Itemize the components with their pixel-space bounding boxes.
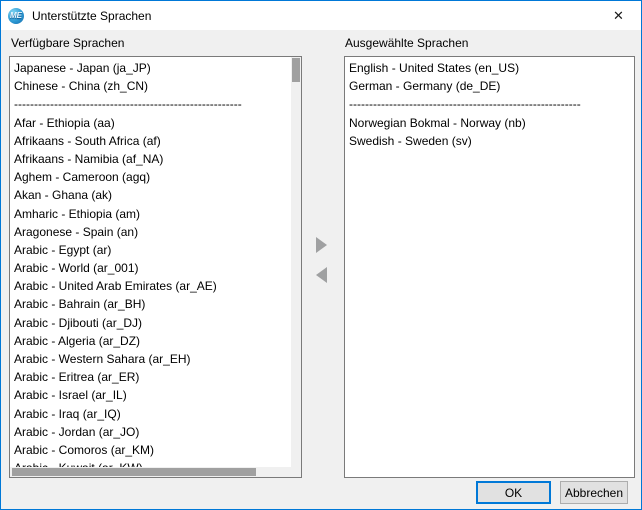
selected-languages-label: Ausgewählte Sprachen [345,36,468,50]
remove-language-arrow-button[interactable] [316,267,327,283]
language-list-item[interactable]: Chinese - China (zh_CN) [10,77,291,95]
scrollbar-corner [291,467,301,477]
selected-languages-list[interactable]: English - United States (en_US)German - … [344,56,635,478]
available-languages-list[interactable]: Japanese - Japan (ja_JP)Chinese - China … [9,56,302,478]
me-logo-icon: ME [8,8,24,24]
horizontal-scrollbar[interactable] [10,467,291,477]
title-bar[interactable]: ME Unterstützte Sprachen ✕ [1,1,641,30]
language-list-item[interactable]: Akan - Ghana (ak) [10,186,291,204]
language-list-item[interactable]: Aghem - Cameroon (agq) [10,168,291,186]
available-languages-label: Verfügbare Sprachen [11,36,124,50]
window-title: Unterstützte Sprachen [32,9,151,23]
ok-button[interactable]: OK [476,481,551,504]
language-list-item[interactable]: Arabic - Bahrain (ar_BH) [10,295,291,313]
language-list-item[interactable]: Afar - Ethiopia (aa) [10,114,291,132]
language-list-item[interactable]: Afrikaans - Namibia (af_NA) [10,150,291,168]
language-list-item[interactable]: Arabic - Egypt (ar) [10,241,291,259]
language-list-item[interactable]: English - United States (en_US) [345,59,634,77]
language-list-item[interactable]: Arabic - Western Sahara (ar_EH) [10,350,291,368]
language-list-item[interactable]: Norwegian Bokmal - Norway (nb) [345,114,634,132]
selected-languages-items: English - United States (en_US)German - … [345,57,634,477]
vertical-scrollbar[interactable] [291,57,301,467]
dialog-window: ME Unterstützte Sprachen ✕ Verfügbare Sp… [0,0,642,510]
language-list-item[interactable]: Arabic - Israel (ar_IL) [10,386,291,404]
close-icon: ✕ [613,9,624,22]
language-list-item[interactable]: Japanese - Japan (ja_JP) [10,59,291,77]
language-list-item[interactable]: Arabic - Eritrea (ar_ER) [10,368,291,386]
add-language-arrow-button[interactable] [316,237,327,253]
cancel-button[interactable]: Abbrechen [560,481,628,504]
language-list-item[interactable]: Arabic - Comoros (ar_KM) [10,441,291,459]
language-list-item[interactable]: Arabic - Djibouti (ar_DJ) [10,314,291,332]
close-button[interactable]: ✕ [596,1,641,30]
language-list-item[interactable]: Arabic - United Arab Emirates (ar_AE) [10,277,291,295]
language-list-item[interactable]: ----------------------------------------… [10,95,291,113]
available-languages-items: Japanese - Japan (ja_JP)Chinese - China … [10,57,291,467]
language-list-item[interactable]: Aragonese - Spain (an) [10,223,291,241]
me-logo-text: ME [10,11,22,20]
language-list-item[interactable]: Amharic - Ethiopia (am) [10,205,291,223]
language-list-item[interactable]: Swedish - Sweden (sv) [345,132,634,150]
language-list-item[interactable]: Arabic - Iraq (ar_IQ) [10,405,291,423]
language-list-item[interactable]: Arabic - Algeria (ar_DZ) [10,332,291,350]
language-list-item[interactable]: ----------------------------------------… [345,95,634,113]
language-list-item[interactable]: Arabic - World (ar_001) [10,259,291,277]
language-list-item[interactable]: Afrikaans - South Africa (af) [10,132,291,150]
language-list-item[interactable]: Arabic - Kuwait (ar_KW) [10,459,291,467]
language-list-item[interactable]: Arabic - Jordan (ar_JO) [10,423,291,441]
horizontal-scrollbar-thumb[interactable] [12,468,256,476]
vertical-scrollbar-thumb[interactable] [292,58,300,82]
language-list-item[interactable]: German - Germany (de_DE) [345,77,634,95]
